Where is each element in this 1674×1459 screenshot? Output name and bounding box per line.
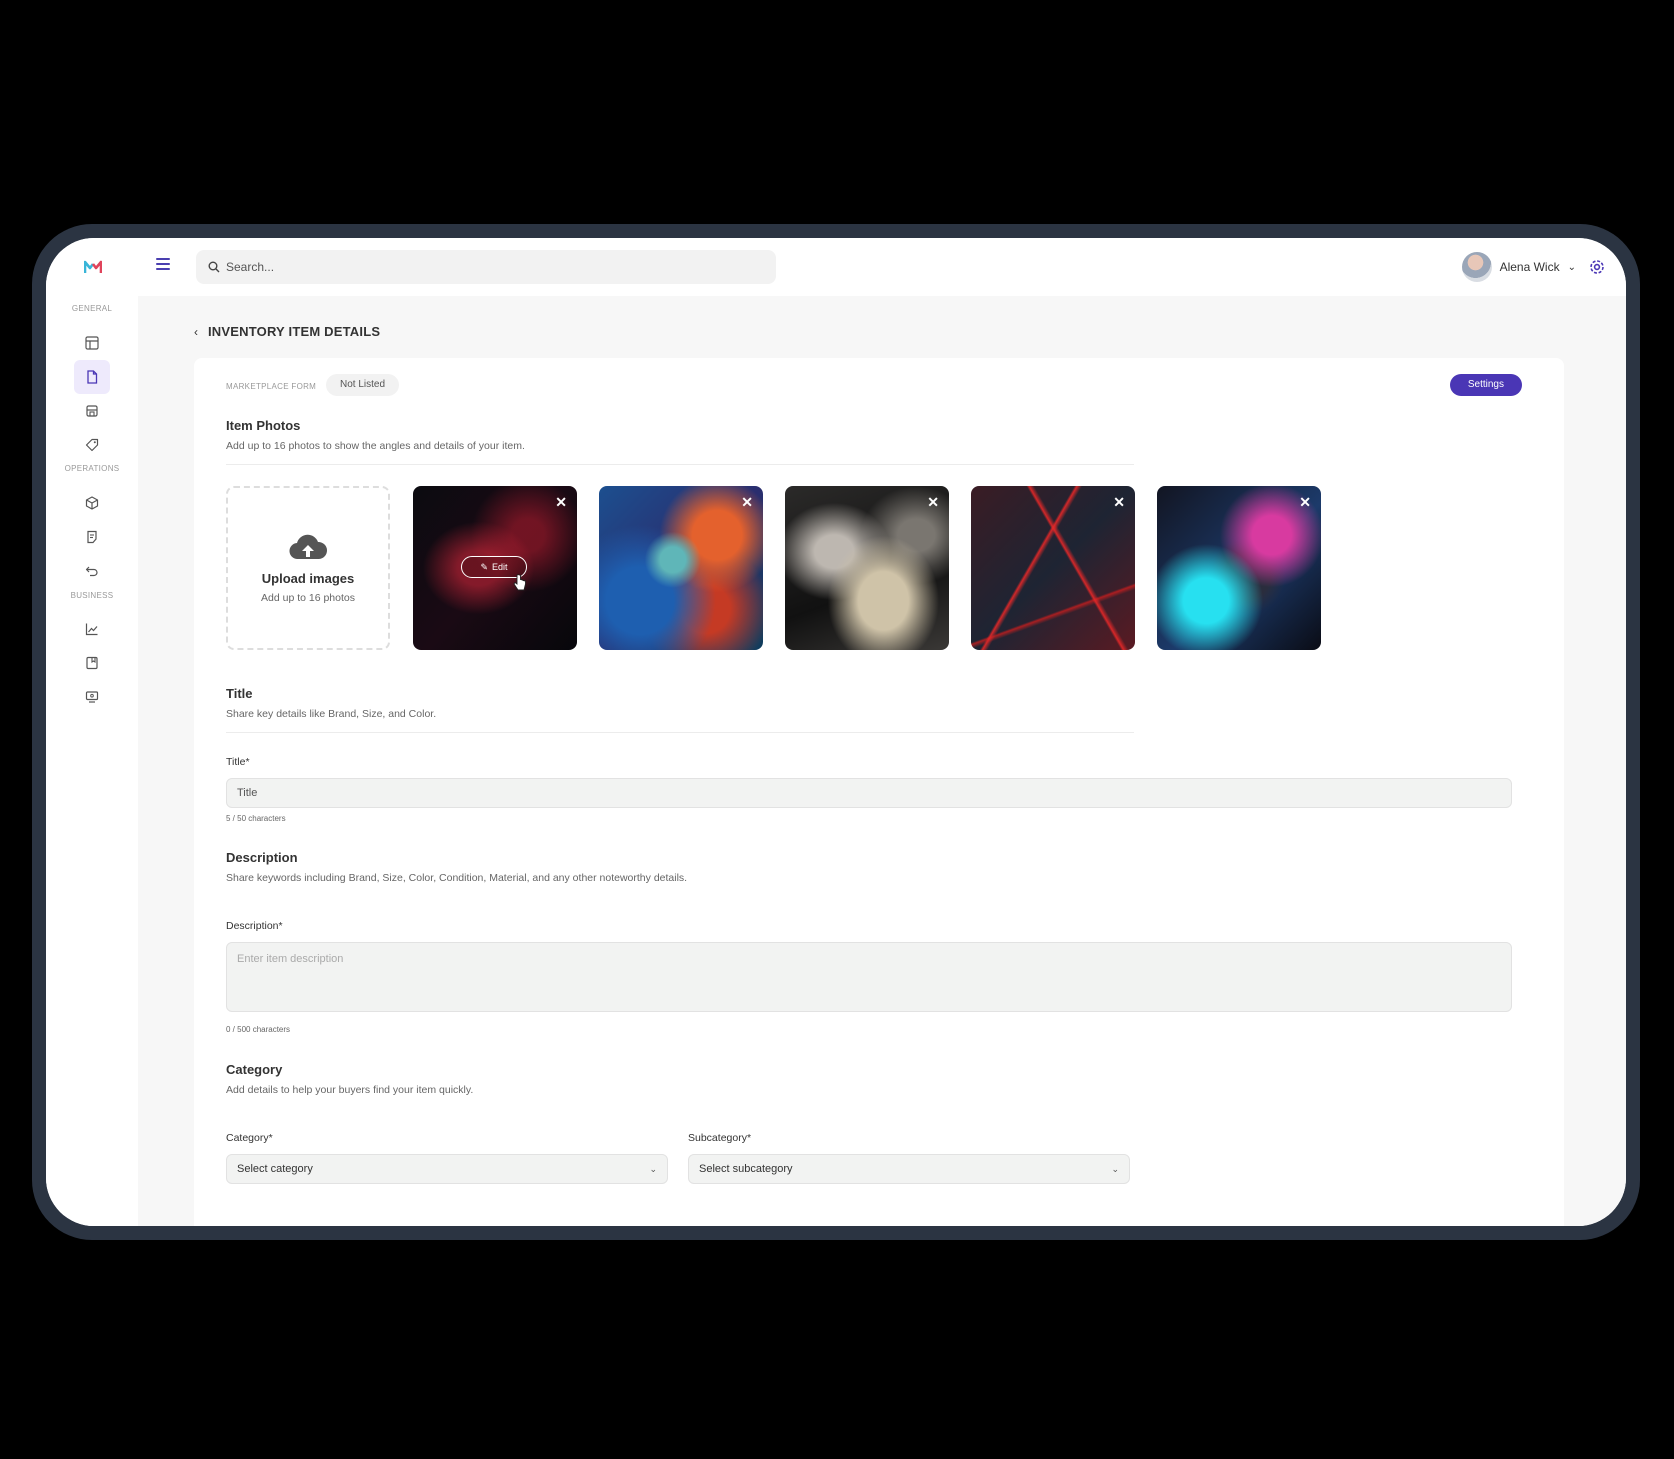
description-field-label: Description* bbox=[226, 920, 283, 932]
upload-images-dropzone[interactable]: Upload images Add up to 16 photos bbox=[226, 486, 390, 650]
sidebar-item-orders[interactable] bbox=[74, 520, 110, 554]
form-card: MARKETPLACE FORM Not Listed Settings Ite… bbox=[194, 358, 1564, 1226]
remove-photo-4-icon[interactable]: ✕ bbox=[1113, 494, 1125, 511]
category-field-label: Category* bbox=[226, 1132, 273, 1144]
remove-photo-5-icon[interactable]: ✕ bbox=[1299, 494, 1311, 511]
user-menu[interactable]: Alena Wick ⌄ bbox=[1461, 252, 1576, 282]
book-icon bbox=[86, 656, 98, 670]
photos-section-subtitle: Add up to 16 photos to show the angles a… bbox=[226, 440, 525, 452]
cloud-upload-icon bbox=[289, 534, 328, 559]
description-char-counter: 0 / 500 characters bbox=[226, 1025, 291, 1034]
chevron-down-icon[interactable]: ⌄ bbox=[1568, 262, 1576, 273]
title-char-counter: 5 / 50 characters bbox=[226, 814, 286, 823]
category-select[interactable]: Select category ⌄ bbox=[226, 1154, 668, 1184]
sidebar-item-reports[interactable] bbox=[74, 646, 110, 680]
search-icon bbox=[208, 261, 220, 273]
chevron-down-icon: ⌄ bbox=[649, 1163, 657, 1174]
remove-photo-2-icon[interactable]: ✕ bbox=[741, 494, 753, 511]
sidebar-item-tags[interactable] bbox=[74, 428, 110, 462]
menu-toggle-icon[interactable] bbox=[156, 258, 170, 274]
title-section-subtitle: Share key details like Brand, Size, and … bbox=[226, 708, 437, 720]
sidebar-item-returns[interactable] bbox=[74, 554, 110, 588]
item-photo-2[interactable]: ✕ bbox=[599, 486, 763, 650]
description-textarea[interactable] bbox=[226, 942, 1512, 1012]
divider bbox=[226, 732, 1134, 733]
remove-photo-1-icon[interactable]: ✕ bbox=[555, 494, 567, 511]
sidebar-item-store[interactable] bbox=[74, 394, 110, 428]
sidebar-section-operations: OPERATIONS bbox=[64, 464, 120, 473]
title-input[interactable] bbox=[226, 778, 1512, 808]
sidebar-section-general: GENERAL bbox=[71, 304, 113, 313]
tag-icon bbox=[85, 438, 99, 452]
subcategory-select[interactable]: Select subcategory ⌄ bbox=[688, 1154, 1130, 1184]
description-section-title: Description bbox=[226, 850, 298, 865]
search-bar[interactable] bbox=[196, 250, 776, 284]
chart-icon bbox=[85, 623, 98, 636]
title-section-title: Title bbox=[226, 686, 253, 701]
app-screen: Alena Wick ⌄ GENERAL OPERATIONS bbox=[46, 238, 1626, 1226]
box-icon bbox=[85, 496, 99, 510]
back-chevron-icon[interactable]: ‹ bbox=[194, 325, 198, 339]
top-bar: Alena Wick ⌄ bbox=[46, 238, 1626, 296]
page-title: INVENTORY ITEM DETAILS bbox=[208, 324, 381, 339]
photos-section-title: Item Photos bbox=[226, 418, 301, 433]
category-section-title: Category bbox=[226, 1062, 283, 1077]
store-icon bbox=[86, 405, 98, 417]
upload-title: Upload images bbox=[261, 570, 355, 586]
edit-photo-label: Edit bbox=[492, 562, 508, 572]
sidebar-item-dashboard[interactable] bbox=[74, 326, 110, 360]
search-input[interactable] bbox=[226, 260, 746, 274]
user-name[interactable]: Alena Wick bbox=[1500, 260, 1560, 274]
page-header: ‹ INVENTORY ITEM DETAILS bbox=[194, 324, 380, 339]
pencil-icon: ✎ bbox=[480, 561, 489, 572]
main-content: ‹ INVENTORY ITEM DETAILS MARKETPLACE FOR… bbox=[138, 296, 1626, 1226]
subcategory-field-label: Subcategory* bbox=[688, 1132, 752, 1144]
layout-icon bbox=[85, 336, 99, 350]
sidebar-item-billing[interactable] bbox=[74, 680, 110, 714]
settings-button[interactable]: Settings bbox=[1449, 374, 1522, 396]
status-badge: Not Listed bbox=[326, 374, 400, 396]
item-photo-1[interactable]: ✕ ✎ Edit bbox=[413, 486, 577, 650]
title-field-label: Title* bbox=[226, 756, 250, 768]
gear-icon[interactable] bbox=[1588, 258, 1606, 276]
undo-icon bbox=[85, 566, 98, 577]
item-photo-3[interactable]: ✕ bbox=[785, 486, 949, 650]
divider bbox=[226, 464, 1134, 465]
pointer-cursor-icon bbox=[513, 574, 526, 591]
monitor-icon bbox=[85, 691, 99, 703]
upload-subtitle: Add up to 16 photos bbox=[261, 591, 355, 604]
description-section-subtitle: Share keywords including Brand, Size, Co… bbox=[226, 872, 688, 884]
document-icon bbox=[87, 370, 98, 384]
item-photo-5[interactable]: ✕ bbox=[1157, 486, 1321, 650]
sidebar-section-business: BUSINESS bbox=[70, 591, 114, 600]
sidebar-item-inventory[interactable] bbox=[74, 486, 110, 520]
form-label: MARKETPLACE FORM bbox=[226, 382, 317, 391]
app-logo[interactable] bbox=[84, 260, 102, 274]
avatar[interactable] bbox=[1461, 252, 1492, 282]
item-photo-4[interactable]: ✕ bbox=[971, 486, 1135, 650]
sidebar-item-analytics[interactable] bbox=[74, 612, 110, 646]
subcategory-select-value: Select subcategory bbox=[699, 1163, 793, 1175]
clipboard-icon bbox=[87, 530, 97, 544]
sidebar-item-documents[interactable] bbox=[74, 360, 110, 394]
category-select-value: Select category bbox=[237, 1163, 313, 1175]
remove-photo-3-icon[interactable]: ✕ bbox=[927, 494, 939, 511]
chevron-down-icon: ⌄ bbox=[1111, 1163, 1119, 1174]
sidebar: GENERAL OPERATIONS BUSINESS bbox=[46, 296, 138, 1226]
category-section-subtitle: Add details to help your buyers find you… bbox=[226, 1084, 474, 1096]
